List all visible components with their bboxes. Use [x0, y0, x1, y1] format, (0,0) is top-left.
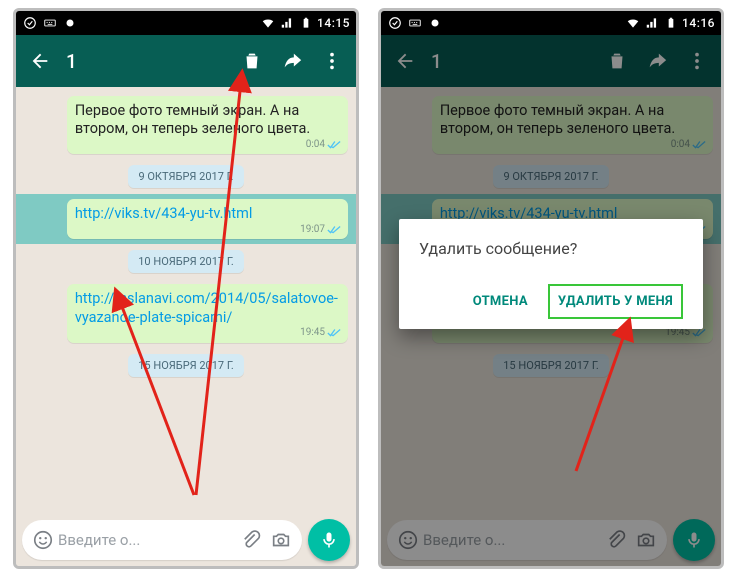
- status-clock: 14:15: [317, 16, 350, 30]
- date-chip: 10 НОЯБРЯ 2017 Г.: [128, 250, 244, 273]
- message-link[interactable]: http://mslanavi.com/2014/05/salatovoe-vy…: [75, 290, 338, 325]
- app-indicator-icon: [387, 15, 403, 31]
- input-placeholder: Введите о...: [58, 531, 236, 549]
- app-indicator-icon: [22, 15, 38, 31]
- message-time: 19:07: [300, 224, 325, 237]
- keyboard-icon: [407, 15, 423, 31]
- read-ticks-icon: [327, 328, 341, 338]
- back-arrow-icon[interactable]: [20, 41, 60, 81]
- status-bar: 14:16: [381, 11, 721, 35]
- signal-icon: [644, 15, 660, 31]
- status-bar: 14:15: [16, 11, 356, 35]
- delete-confirm-dialog: Удалить сообщение? ОТМЕНА УДАЛИТЬ У МЕНЯ: [399, 219, 703, 329]
- message-bubble[interactable]: http://mslanavi.com/2014/05/salatovoe-vy…: [67, 284, 348, 342]
- selection-toolbar: 1: [16, 35, 356, 87]
- emoji-icon[interactable]: [28, 525, 58, 555]
- message-bubble[interactable]: http://viks.tv/434-yu-tv.html 19:07: [67, 199, 348, 239]
- read-ticks-icon: [327, 140, 341, 150]
- message-text: Первое фото темный экран. А на втором, о…: [75, 102, 310, 137]
- message-time: 0:04: [306, 139, 325, 152]
- cancel-button[interactable]: ОТМЕНА: [465, 286, 536, 317]
- date-chip: 15 НОЯБРЯ 2017 Г.: [128, 354, 244, 377]
- message-link[interactable]: http://viks.tv/434-yu-tv.html: [75, 205, 253, 222]
- forward-icon[interactable]: [272, 41, 312, 81]
- signal-icon: [279, 15, 295, 31]
- chat-area[interactable]: Первое фото темный экран. А на втором, о…: [16, 87, 356, 514]
- message-time: 19:45: [300, 327, 325, 340]
- message-bubble[interactable]: Первое фото темный экран. А на втором, о…: [67, 96, 348, 154]
- overflow-menu-icon[interactable]: [312, 41, 352, 81]
- selection-count: 1: [66, 50, 77, 73]
- notification-icon: [62, 15, 78, 31]
- attach-icon[interactable]: [236, 525, 266, 555]
- dialog-title: Удалить сообщение?: [419, 239, 683, 258]
- battery-icon: [663, 15, 679, 31]
- message-input-bar: Введите о...: [16, 514, 356, 566]
- status-clock: 14:16: [682, 16, 715, 30]
- selected-message-row[interactable]: http://viks.tv/434-yu-tv.html 19:07: [16, 194, 356, 244]
- camera-icon[interactable]: [266, 525, 296, 555]
- date-chip: 9 ОКТЯБРЯ 2017 Г.: [128, 165, 243, 188]
- keyboard-icon: [42, 15, 58, 31]
- delete-for-me-button[interactable]: УДАЛИТЬ У МЕНЯ: [548, 284, 683, 319]
- message-input[interactable]: Введите о...: [22, 520, 302, 560]
- battery-icon: [298, 15, 314, 31]
- notification-icon: [427, 15, 443, 31]
- phone-screenshot-left: 14:15 1 Первое фото темный экран. А на в…: [13, 8, 359, 569]
- wifi-icon: [625, 15, 641, 31]
- wifi-icon: [260, 15, 276, 31]
- read-ticks-icon: [327, 225, 341, 235]
- voice-record-button[interactable]: [308, 519, 350, 561]
- phone-screenshot-right: 14:16 1 Первое фото темный экран. А на в…: [378, 8, 724, 569]
- delete-icon[interactable]: [232, 41, 272, 81]
